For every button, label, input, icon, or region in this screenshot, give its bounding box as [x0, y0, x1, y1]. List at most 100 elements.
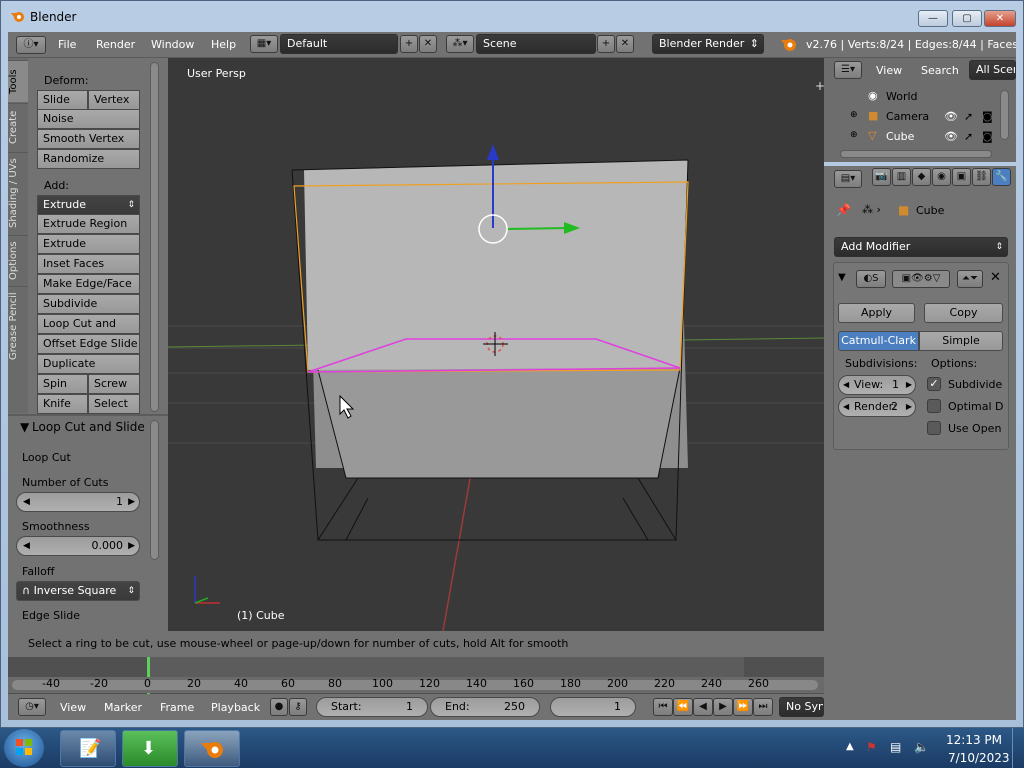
pin-icon[interactable]: 📌 [836, 203, 851, 217]
menu-view[interactable]: View [60, 701, 86, 714]
tab-grease-pencil[interactable]: Grease Pencil [8, 286, 28, 366]
start-button[interactable] [4, 729, 44, 767]
minimize-button[interactable]: — [918, 10, 948, 27]
outliner-item-camera[interactable]: Camera [886, 110, 929, 123]
z-arrow-icon[interactable] [487, 144, 499, 160]
catmull-clark-toggle[interactable]: Catmull-Clark [838, 331, 919, 351]
render-levels-field[interactable]: ◀ Render: 2 ▶ [838, 397, 916, 417]
optimal-display-checkbox[interactable] [927, 399, 941, 413]
network-icon[interactable]: ▤ [890, 740, 901, 754]
select-arrow-icon[interactable]: ➚ [964, 130, 973, 143]
jump-start-button[interactable]: ⏮ [653, 698, 673, 716]
tab-tools[interactable]: Tools [8, 60, 28, 102]
record-button[interactable]: ● [270, 698, 288, 716]
render-camera-icon[interactable]: ◙ [982, 110, 993, 123]
inset-faces-button[interactable]: Inset Faces [37, 254, 140, 274]
extrude-dropdown[interactable]: Extrude ⇕ [37, 195, 140, 215]
jump-end-button[interactable]: ⏭ [753, 698, 773, 716]
show-desktop-button[interactable] [1012, 728, 1024, 768]
menu-playback[interactable]: Playback [211, 701, 260, 714]
x-manipulator-axis[interactable] [507, 227, 569, 230]
extrude-individual-button[interactable]: Extrude Individual [37, 234, 140, 268]
maximize-button[interactable]: ▢ [952, 10, 982, 27]
modifier-wrench-icon[interactable]: 🔧 [992, 168, 1011, 186]
menu-window[interactable]: Window [151, 38, 194, 51]
view-levels-field[interactable]: ◀ View: 1 ▶ [838, 375, 916, 395]
menu-frame[interactable]: Frame [160, 701, 194, 714]
extrude-region-button[interactable]: Extrude Region [37, 214, 140, 234]
remove-scene-button[interactable]: ✕ [616, 35, 634, 53]
show-hidden-icons[interactable]: ▲ [846, 741, 854, 752]
outliner-menu-view[interactable]: View [876, 64, 902, 77]
operator-scrollbar[interactable] [150, 420, 159, 560]
screw-button[interactable]: Screw [88, 374, 140, 394]
use-opensubdiv-checkbox[interactable] [927, 421, 941, 435]
timeline-scrollbar[interactable] [12, 680, 818, 690]
timeline[interactable]: -40 -20 0 20 40 60 80 100 120 140 160 18… [8, 657, 824, 694]
expand-icon[interactable]: ⊕ [850, 110, 858, 120]
timeline-editor-type[interactable]: ◷▾ [18, 698, 46, 716]
render-tab-icon[interactable]: 📷 [872, 168, 891, 186]
scene-icon-button[interactable]: ⁂▾ [446, 35, 474, 53]
subdivide-button[interactable]: Subdivide [37, 294, 140, 314]
taskbar-blender[interactable] [184, 730, 240, 767]
number-of-cuts-field[interactable]: ◀ 1 ▶ [16, 492, 140, 512]
falloff-dropdown[interactable]: ∩ Inverse Square ⇕ [16, 581, 140, 601]
viewport-corner-plus-icon[interactable]: + [815, 79, 824, 93]
current-frame-field[interactable]: 1 [550, 697, 636, 717]
loop-cut-slide-button[interactable]: Loop Cut and Slide [37, 314, 140, 348]
add-scene-button[interactable]: + [597, 35, 615, 53]
render-camera-icon[interactable]: ◙ [982, 130, 993, 143]
tool-shelf-scrollbar[interactable] [150, 62, 159, 412]
copy-button[interactable]: Copy [924, 303, 1003, 323]
menu-file[interactable]: File [58, 38, 76, 51]
add-layout-button[interactable]: + [400, 35, 418, 53]
spin-button[interactable]: Spin [37, 374, 88, 394]
outliner-display-mode[interactable]: All Scen [969, 60, 1016, 80]
editor-type-menu[interactable]: ⓘ▾ [16, 36, 46, 54]
visibility-eye-icon[interactable]: 👁 [944, 110, 958, 123]
move-modifier-buttons[interactable]: ⏶⏷ [957, 270, 983, 288]
3d-viewport[interactable]: + User Persp (1) Cube [168, 58, 824, 631]
menu-marker[interactable]: Marker [104, 701, 142, 714]
tab-options[interactable]: Options [8, 235, 28, 285]
sync-mode-dropdown[interactable]: No Sync [779, 697, 824, 717]
taskbar-notepad[interactable]: 📝 [60, 730, 116, 767]
outliner-scrollbar[interactable] [1000, 90, 1009, 140]
smoothness-field[interactable]: ◀ 0.000 ▶ [16, 536, 140, 556]
scene-tab-icon[interactable]: ◆ [912, 168, 931, 186]
outliner-item-cube[interactable]: Cube [886, 130, 914, 143]
noise-button[interactable]: Noise [37, 109, 140, 129]
menu-render[interactable]: Render [96, 38, 135, 51]
collapse-arrow-icon[interactable]: ▼ [838, 272, 846, 283]
render-engine-selector[interactable]: Blender Render ⇕ [652, 34, 764, 54]
layout-selector[interactable]: Default [280, 34, 398, 54]
duplicate-button[interactable]: Duplicate [37, 354, 140, 374]
make-edge-face-button[interactable]: Make Edge/Face [37, 274, 140, 294]
end-frame-field[interactable]: End: 250 [430, 697, 540, 717]
subdivide-uvs-checkbox[interactable]: ✓ [927, 377, 941, 391]
knife-select-button[interactable]: Select [88, 394, 140, 414]
select-arrow-icon[interactable]: ➚ [964, 110, 973, 123]
vertex-slide-button[interactable]: Vertex [88, 90, 140, 110]
add-modifier-dropdown[interactable]: Add Modifier ⇕ [834, 237, 1008, 257]
play-reverse-button[interactable]: ◀ [693, 698, 713, 716]
modifier-display-toggles[interactable]: ▣👁⚙▽ [892, 270, 950, 288]
properties-editor-type[interactable]: ▤▾ [834, 170, 862, 188]
clock-time[interactable]: 12:13 PM [946, 733, 1002, 747]
knife-button[interactable]: Knife [37, 394, 88, 414]
outliner-hscrollbar[interactable] [840, 150, 992, 158]
outliner-item-world[interactable]: World [886, 90, 918, 103]
outliner-menu-search[interactable]: Search [921, 64, 959, 77]
layout-icon-button[interactable]: ▦▾ [250, 35, 278, 53]
action-center-icon[interactable]: ⚑ [866, 740, 877, 754]
world-tab-icon[interactable]: ◉ [932, 168, 951, 186]
title-bar[interactable]: Blender — ▢ ✕ [0, 0, 1024, 32]
close-button[interactable]: ✕ [984, 10, 1016, 27]
outliner-editor-type[interactable]: ☰▾ [834, 61, 862, 79]
randomize-button[interactable]: Randomize [37, 149, 140, 169]
simple-toggle[interactable]: Simple [919, 331, 1003, 351]
layers-tab-icon[interactable]: ▥ [892, 168, 911, 186]
scene-selector[interactable]: Scene [476, 34, 596, 54]
prev-key-button[interactable]: ⏪ [673, 698, 693, 716]
